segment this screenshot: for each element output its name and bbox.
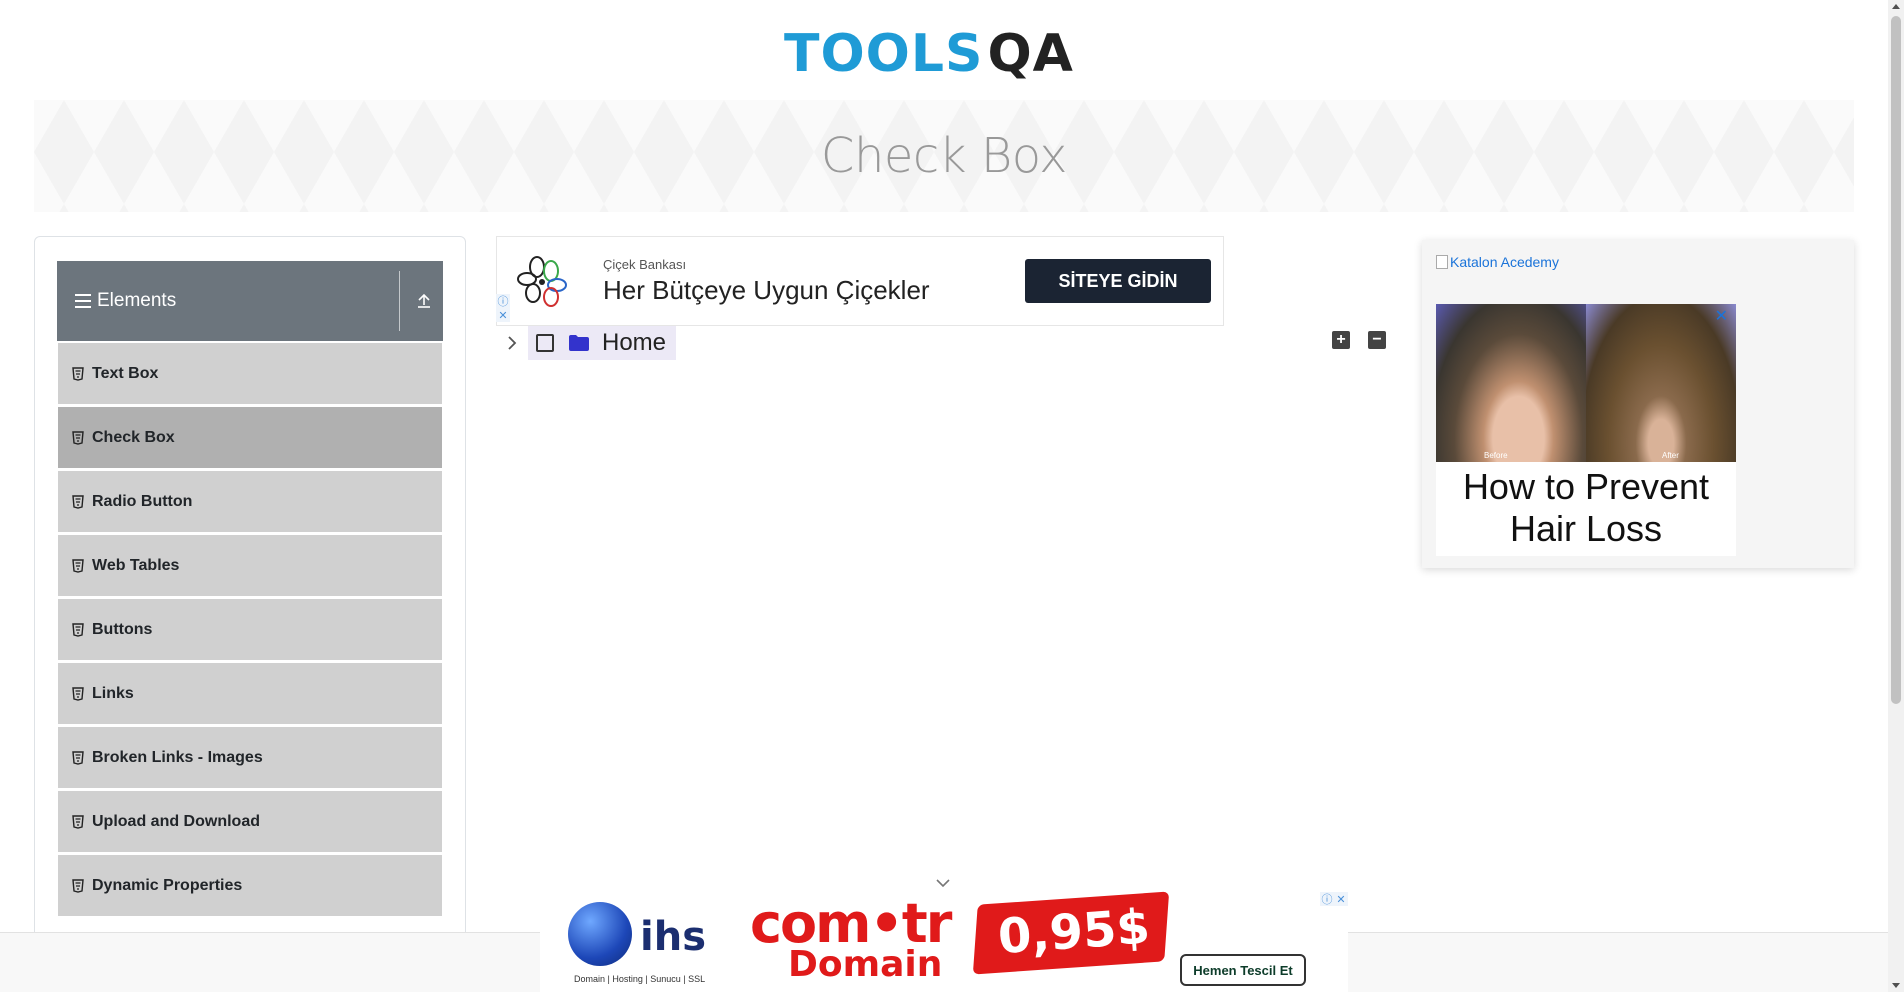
- ihs-tagline: Domain | Hosting | Sunucu | SSL: [574, 974, 706, 984]
- scrollbar-thumb[interactable]: [1891, 16, 1901, 704]
- html5-icon: [72, 686, 84, 701]
- sidebar-item-upload-download[interactable]: Upload and Download: [57, 789, 443, 853]
- ad-brand: Çiçek Bankası: [603, 257, 687, 272]
- ad-bottom-badges: ⓘ ✕: [1320, 892, 1348, 906]
- broken-image-alt[interactable]: Katalon Acedemy: [1436, 254, 1559, 270]
- hamburger-icon: [75, 294, 91, 308]
- chevron-right-icon[interactable]: [498, 329, 526, 357]
- after-photo: After: [1586, 304, 1736, 462]
- ad-banner-bottom[interactable]: ihs Domain | Hosting | Sunucu | SSL com•…: [540, 891, 1348, 992]
- sidebar-item-radio-button[interactable]: Radio Button: [57, 469, 443, 533]
- toolsqa-logo[interactable]: TOOLS QA: [784, 18, 1074, 90]
- hair-loss-ad[interactable]: Before After ✕ How to Prevent Hair Loss: [1436, 304, 1736, 556]
- sidebar-item-dynamic-properties[interactable]: Dynamic Properties: [57, 853, 443, 917]
- html5-icon: [72, 622, 84, 637]
- expand-all-button[interactable]: +: [1332, 331, 1350, 349]
- collapse-all-button[interactable]: −: [1368, 331, 1386, 349]
- html5-icon: [72, 878, 84, 893]
- before-photo: Before: [1436, 304, 1586, 462]
- folder-icon: [569, 335, 589, 351]
- sidebar-item-text-box[interactable]: Text Box: [57, 341, 443, 405]
- price-text: 0,95$: [996, 898, 1152, 966]
- sidebar: Elements Text Box Check Box Radio Button: [34, 236, 466, 992]
- checkbox-unchecked[interactable]: [536, 334, 554, 352]
- sidebar-item-label: Buttons: [92, 620, 153, 638]
- html5-icon: [72, 750, 84, 765]
- after-tag: After: [1662, 451, 1679, 460]
- ad-close-icon[interactable]: ✕: [496, 308, 510, 322]
- html5-icon: [72, 366, 84, 381]
- sidebar-item-web-tables[interactable]: Web Tables: [57, 533, 443, 597]
- ad-headline: Her Bütçeye Uygun Çiçekler: [603, 275, 930, 305]
- chevron-down-icon[interactable]: [934, 876, 952, 890]
- tree-controls: + −: [1332, 331, 1386, 349]
- sidebar-item-label: Check Box: [92, 428, 175, 446]
- html5-icon: [72, 814, 84, 829]
- ad-top-badges: ⓘ ✕: [496, 294, 512, 324]
- ad-banner-top[interactable]: Çiçek Bankası Her Bütçeye Uygun Çiçekler…: [496, 236, 1224, 326]
- elements-menu-list: Text Box Check Box Radio Button Web Tabl…: [57, 341, 443, 917]
- group-title: Elements: [97, 290, 177, 311]
- ad-info-icon[interactable]: ⓘ: [496, 294, 510, 308]
- tree-node-label: Home: [602, 329, 667, 356]
- checkbox-tree: Home: [498, 326, 677, 360]
- html5-icon: [72, 558, 84, 573]
- ad-close-icon[interactable]: ✕: [1715, 306, 1728, 326]
- sidebar-item-label: Upload and Download: [92, 812, 260, 830]
- logo-tools-text: TOOLS: [784, 24, 984, 84]
- domain-text: Domain: [788, 944, 943, 985]
- tree-node-home[interactable]: Home: [528, 326, 677, 360]
- logo-qa-text: QA: [987, 24, 1074, 84]
- ad-headline: How to Prevent Hair Loss: [1462, 466, 1710, 549]
- sidebar-item-broken-links[interactable]: Broken Links - Images: [57, 725, 443, 789]
- html5-icon: [72, 430, 84, 445]
- html5-icon: [72, 494, 84, 509]
- scroll-up-icon[interactable]: [1892, 4, 1900, 9]
- ihs-brand: ihs: [640, 914, 706, 960]
- elements-group-header[interactable]: Elements: [57, 261, 443, 341]
- ad-sidebar-right[interactable]: Katalon Acedemy Before After ✕ How to Pr…: [1422, 240, 1854, 568]
- broken-image-icon: [1436, 255, 1448, 269]
- ad-cta-button[interactable]: SİTEYE GİDİN: [1025, 259, 1211, 303]
- sidebar-item-links[interactable]: Links: [57, 661, 443, 725]
- vertical-scrollbar[interactable]: [1888, 0, 1904, 992]
- before-tag: Before: [1484, 451, 1508, 460]
- sidebar-item-label: Broken Links - Images: [92, 748, 263, 766]
- sidebar-item-label: Radio Button: [92, 492, 193, 510]
- ihs-logo-icon: [568, 902, 632, 966]
- flower-logo-icon: [517, 256, 567, 307]
- header-divider: [399, 271, 400, 331]
- ad-close-icon[interactable]: ✕: [1334, 892, 1348, 906]
- alt-text: Katalon Acedemy: [1450, 254, 1559, 270]
- sidebar-item-label: Web Tables: [92, 556, 180, 574]
- sidebar-item-label: Text Box: [92, 364, 159, 382]
- collapse-up-icon[interactable]: [415, 291, 433, 311]
- sidebar-item-label: Dynamic Properties: [92, 876, 243, 894]
- page: TOOLS QA Check Box Elements Text Box Che…: [0, 0, 1904, 992]
- page-title: Check Box: [820, 128, 1068, 184]
- before-after-photo: Before After: [1436, 304, 1736, 462]
- ad-info-icon[interactable]: ⓘ: [1320, 892, 1334, 906]
- register-button[interactable]: Hemen Tescil Et: [1180, 954, 1306, 986]
- scroll-down-icon[interactable]: [1892, 983, 1900, 988]
- page-banner: Check Box: [34, 100, 1854, 212]
- sidebar-item-label: Links: [92, 684, 134, 702]
- sidebar-item-check-box[interactable]: Check Box: [57, 405, 443, 469]
- sidebar-item-buttons[interactable]: Buttons: [57, 597, 443, 661]
